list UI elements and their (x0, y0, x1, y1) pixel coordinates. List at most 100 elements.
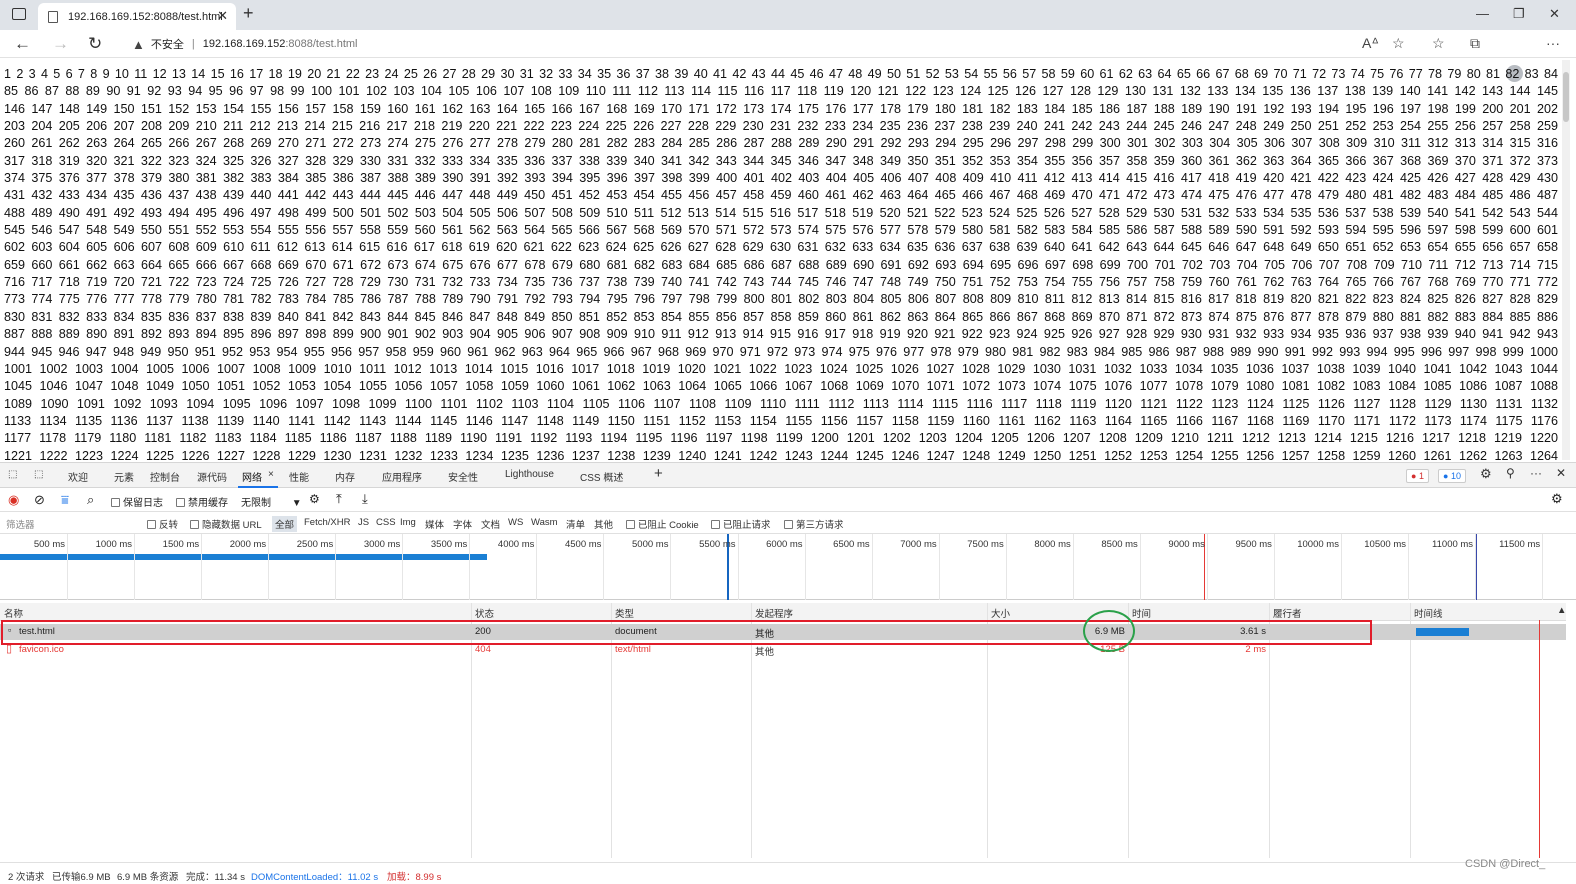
restore-icon[interactable]: ❐ (1513, 6, 1525, 22)
new-tab-icon[interactable]: + (243, 3, 254, 24)
column-header[interactable]: 类型 (615, 606, 634, 620)
settings-gear-icon[interactable]: ⚙ (1480, 466, 1492, 482)
column-header[interactable]: 履行者 (1273, 606, 1302, 620)
devtools-tab[interactable]: Lighthouse (505, 469, 554, 480)
overview-gridline (469, 534, 471, 600)
column-header[interactable]: 时间 (1132, 606, 1151, 620)
number-line: 1 2 3 4 5 6 7 8 9 10 11 12 13 14 15 16 1… (4, 67, 1558, 81)
filter-type-button[interactable]: 清单 (566, 517, 585, 531)
overview-gridline (67, 534, 68, 600)
minimize-icon[interactable]: — (1476, 6, 1489, 21)
network-overview[interactable]: 500 ms 1000 ms 1500 ms 2000 ms 2500 ms 3000 m… (0, 534, 1576, 600)
overview-tick-label: 500 ms (33, 539, 65, 550)
devtools-tab[interactable]: 性能 (289, 469, 309, 484)
inspect-icon[interactable]: ⬚ (34, 469, 43, 480)
feedback-icon[interactable]: ⚲ (1506, 466, 1515, 480)
filter-type-button[interactable]: JS (358, 517, 369, 528)
overview-gridline (1072, 534, 1074, 600)
close-devtools-icon[interactable]: ✕ (1556, 466, 1566, 480)
read-aloud-icon[interactable]: Aᐞ (1362, 35, 1379, 52)
preserve-log-checkbox[interactable]: 保留日志 (111, 494, 163, 509)
devtools-tab[interactable]: 内存 (335, 469, 355, 484)
search-icon[interactable]: ⌕ (87, 492, 94, 508)
favorite-add-icon[interactable]: ☆ (1392, 35, 1405, 52)
reload-icon[interactable]: ↻ (88, 34, 102, 54)
overview-tick-label: 8500 ms (1101, 539, 1138, 550)
disable-cache-checkbox[interactable]: 禁用缓存 (176, 494, 228, 509)
filter-type-button[interactable]: WS (508, 517, 523, 528)
filter-type-button[interactable]: 其他 (594, 517, 613, 531)
third-party-checkbox[interactable]: 第三方请求 (784, 517, 844, 531)
back-icon[interactable]: ← (14, 34, 31, 54)
url-host: 192.168.169.152 (202, 38, 286, 50)
throttle-select[interactable]: 无限制 ▼ (241, 494, 302, 509)
devtools-tab[interactable]: CSS 概述 (580, 469, 623, 484)
devtools-tab[interactable]: 应用程序 (382, 469, 422, 484)
upload-icon[interactable]: ⤒ (336, 491, 342, 507)
column-header[interactable]: 名称 (4, 606, 23, 620)
more-menu-icon[interactable]: ··· (1546, 35, 1560, 51)
error-badge[interactable]: ● 1 (1406, 469, 1429, 483)
page-scrollbar[interactable] (1562, 60, 1570, 460)
overview-gridline (268, 534, 270, 600)
close-tab-icon[interactable]: ✕ (217, 8, 228, 24)
filter-type-button[interactable]: 字体 (453, 517, 472, 531)
url-path: :8088/test.html (285, 38, 358, 50)
column-header[interactable]: 时间线 (1414, 606, 1443, 620)
collections-icon[interactable]: ⧉ (1470, 35, 1480, 52)
column-header[interactable]: 状态 (475, 606, 494, 620)
download-icon[interactable]: ⤓ (362, 491, 368, 507)
tab-actions-icon[interactable] (12, 8, 26, 20)
filter-type-button[interactable]: Fetch/XHR (304, 517, 350, 528)
request-name[interactable]: favicon.ico (19, 644, 64, 655)
security-label[interactable]: 不安全 (151, 36, 184, 52)
number-line: 773 774 775 776 777 778 779 780 781 782 … (4, 292, 1558, 307)
overview-tick-label: 7000 ms (900, 539, 937, 550)
blocked-requests-checkbox[interactable]: 已阻止请求 (711, 517, 771, 531)
overview-gridline (1139, 534, 1141, 600)
devtools-tab[interactable]: 元素 (114, 469, 134, 484)
warning-icon[interactable]: ▲ (132, 37, 145, 52)
filter-type-button[interactable]: Img (400, 517, 416, 528)
forward-icon[interactable]: → (52, 34, 69, 54)
url-field[interactable]: ▲ 不安全 | 192.168.169.152:8088/test.html (118, 33, 1418, 55)
number-line: 1133 1134 1135 1136 1137 1138 1139 1140 … (4, 413, 1558, 428)
favorites-icon[interactable]: ☆ (1432, 35, 1445, 52)
filter-type-button[interactable]: CSS (376, 517, 396, 528)
number-line: 317 318 319 320 321 322 323 324 325 326 … (4, 153, 1558, 168)
record-icon[interactable]: ◉ (8, 492, 19, 508)
filter-input[interactable]: 筛选器 (6, 517, 35, 531)
status-requests: 2 次请求 (8, 872, 45, 883)
devtools-tab[interactable]: 源代码 (197, 469, 227, 484)
devtools-tab[interactable]: 网络 (242, 469, 262, 484)
close-window-icon[interactable]: ✕ (1549, 6, 1560, 22)
column-header[interactable]: 大小 (991, 606, 1010, 620)
hide-data-urls-checkbox[interactable]: 隐藏数据 URL (190, 517, 262, 531)
blocked-cookies-checkbox[interactable]: 已阻止 Cookie (626, 517, 699, 531)
filter-type-button[interactable]: 媒体 (425, 517, 444, 531)
devtools-tab[interactable]: 欢迎 (68, 469, 88, 484)
close-network-tab-icon[interactable]: × (268, 469, 274, 480)
more-icon[interactable]: ··· (1530, 466, 1542, 480)
device-emulation-icon[interactable]: ⬚ (8, 469, 17, 480)
column-header[interactable]: 发起程序 (755, 606, 793, 620)
request-status: 404 (475, 644, 491, 655)
network-settings-icon[interactable]: ⚙ (1551, 491, 1563, 507)
devtools-tab[interactable]: 控制台 (150, 469, 180, 484)
add-tool-icon[interactable]: + (654, 465, 663, 482)
filter-type-button[interactable]: Wasm (531, 517, 558, 528)
filter-type-button[interactable]: 文档 (481, 517, 500, 531)
status-transferred: 已传输6.9 MB (52, 872, 111, 883)
sort-arrow-icon[interactable]: ▲ (1557, 605, 1566, 616)
browser-tab[interactable]: 192.168.169.152:8088/test.html ✕ (38, 3, 236, 30)
browser-tab-strip: 192.168.169.152:8088/test.html ✕ + — ❐ ✕ (0, 0, 1576, 30)
devtools-tab[interactable]: 安全性 (448, 469, 478, 484)
network-conditions-icon[interactable]: ⚙ (309, 492, 320, 506)
invert-checkbox[interactable]: 反转 (147, 517, 178, 531)
filter-icon[interactable]: ⩸ (61, 492, 69, 508)
overview-gridline (201, 534, 203, 600)
message-badge[interactable]: ● 10 (1438, 469, 1466, 483)
clear-icon[interactable]: ⊘ (34, 492, 45, 508)
network-status-bar: 2 次请求 已传输6.9 MB 6.9 MB 条资源 完成：11.34 s DO… (0, 862, 1576, 884)
filter-type-button[interactable]: 全部 (272, 516, 298, 532)
